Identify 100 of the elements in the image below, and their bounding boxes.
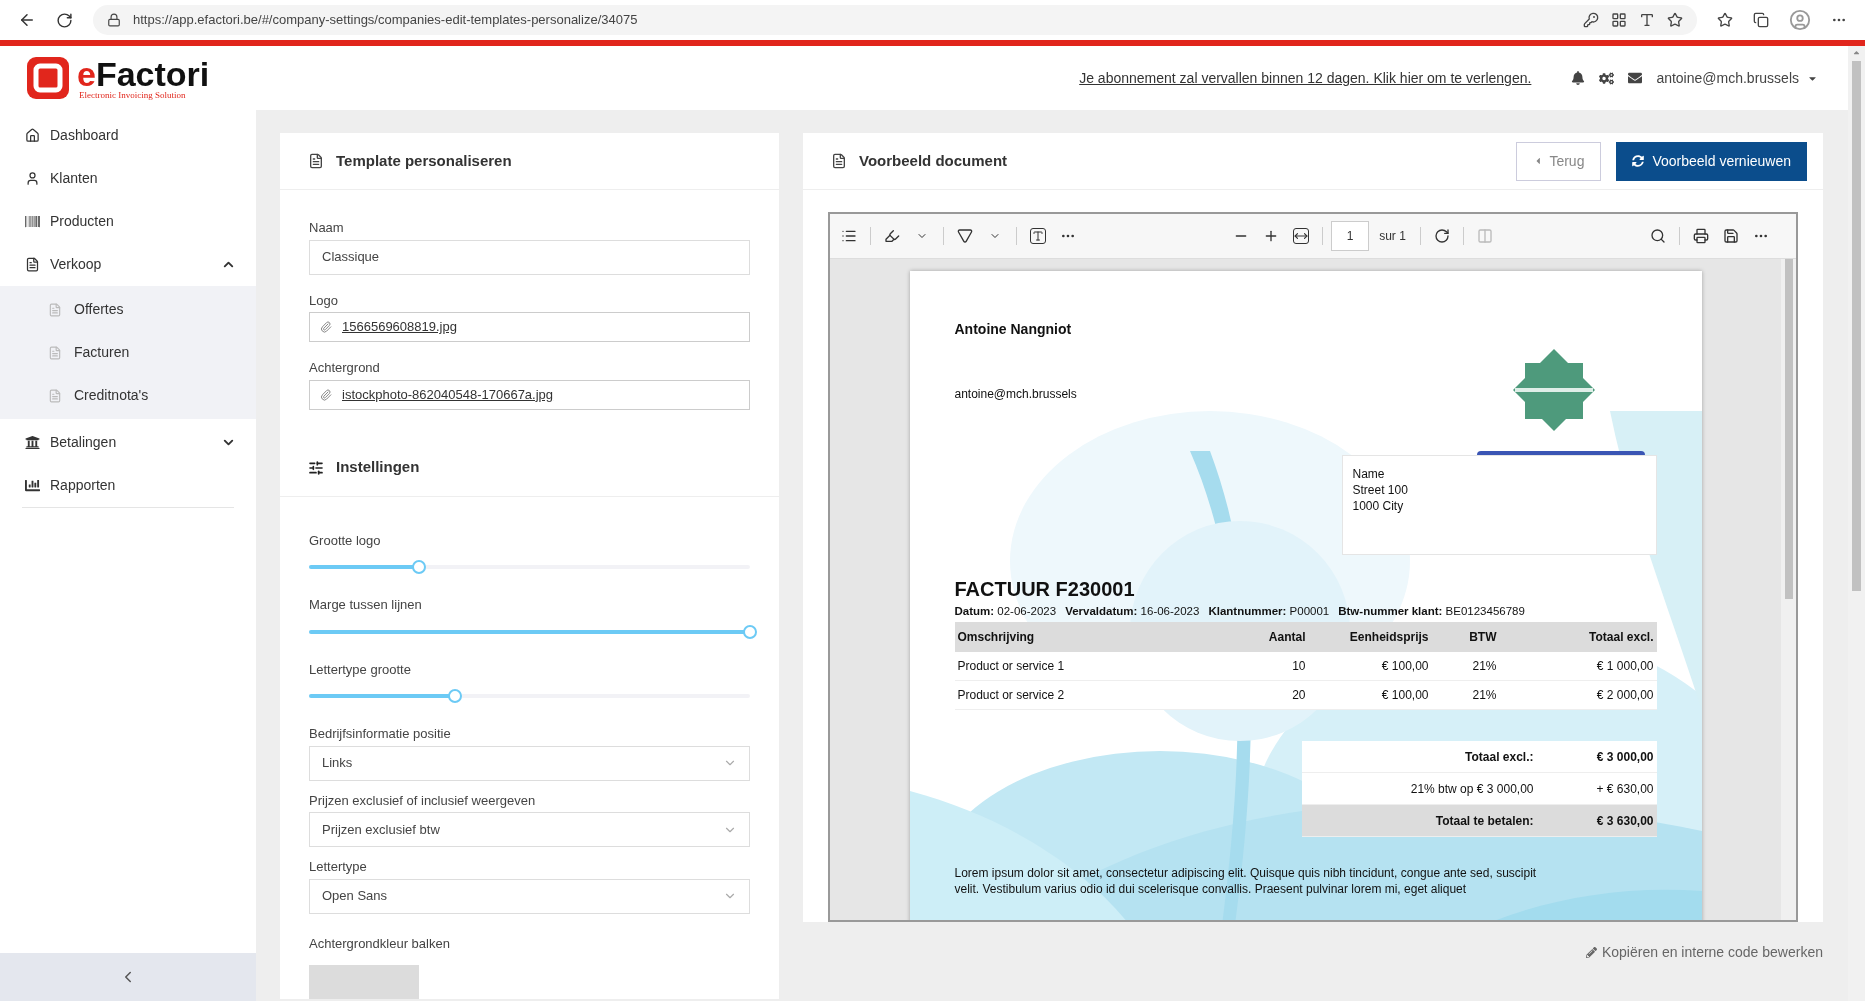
document-icon bbox=[48, 388, 62, 403]
star-icon[interactable] bbox=[1667, 12, 1683, 28]
slider-thumb[interactable] bbox=[412, 560, 427, 574]
document-icon bbox=[831, 153, 847, 169]
file-field[interactable]: 1566569608819.jpg bbox=[309, 312, 750, 342]
table-cell-text: 20 bbox=[1291, 687, 1306, 705]
settings-icon[interactable] bbox=[1599, 70, 1615, 86]
scrollbar[interactable] bbox=[1781, 259, 1796, 920]
reload-icon[interactable] bbox=[56, 11, 73, 29]
logo-icon bbox=[25, 55, 71, 101]
submenu-item[interactable]: Offertes bbox=[0, 288, 256, 331]
color-swatch[interactable] bbox=[309, 965, 419, 999]
page-number-field[interactable]: 1 bbox=[1331, 221, 1370, 251]
scroll-up-icon bbox=[1852, 48, 1861, 57]
slider-thumb[interactable] bbox=[743, 624, 757, 639]
subscription-link[interactable]: Je abonnement zal vervallen binnen 12 dagen. Klik hier om te verlengen. bbox=[1079, 67, 1532, 89]
totals-row: 21% btw op € 3 000,00 + € 630,00 bbox=[1301, 773, 1657, 806]
barcode-icon bbox=[25, 214, 40, 229]
section-title: Instellingen bbox=[336, 457, 420, 478]
file-field[interactable]: istockphoto-862040548-170667a.jpg bbox=[309, 379, 750, 410]
column-header: Aantal bbox=[1267, 629, 1306, 647]
file-link[interactable]: istockphoto-862040548-170667a.jpg bbox=[342, 384, 554, 405]
bell-icon[interactable] bbox=[1571, 71, 1586, 85]
setting-label: Grootte logo bbox=[309, 531, 382, 550]
text-icon[interactable] bbox=[1639, 12, 1655, 28]
table-cell-text: 21% bbox=[1471, 658, 1497, 676]
sliders-icon bbox=[308, 459, 324, 476]
address-line: Street 100 bbox=[1352, 482, 1409, 498]
table-cell-text: € 100,00 bbox=[1380, 658, 1429, 676]
invoice-meta: Datum: 02-06-2023 bbox=[954, 604, 1057, 619]
pencil-icon bbox=[1585, 947, 1597, 958]
bar-chart-icon bbox=[25, 478, 40, 493]
user-icon bbox=[25, 171, 40, 186]
address-bar[interactable]: https://app.efactori.be/#/company-settings/companies-edit-templates-personalize/34075 bbox=[93, 5, 1697, 35]
table-cell-text: € 2 000,00 bbox=[1595, 687, 1654, 705]
invoice-note: Lorem ipsum dolor sit amet, consectetur adipiscing elit. Quisque quis nibh tincidunt, congue ante sed, suscipit velit. Vestibulum varius odio id dui scelerisque convallis. Praesent pulvinar lorem mi, eget aliquet bbox=[954, 865, 1538, 898]
sender-name: Antoine Nangniot bbox=[954, 320, 1073, 339]
setting-label: Lettertype grootte bbox=[309, 660, 412, 679]
document-icon bbox=[48, 345, 62, 360]
page-count: sur 1 bbox=[1379, 228, 1406, 245]
column-header: Eenheidsprijs bbox=[1348, 629, 1429, 647]
table-cell-text: € 1 000,00 bbox=[1595, 658, 1654, 676]
apps-icon[interactable] bbox=[1611, 12, 1627, 28]
back-icon[interactable] bbox=[18, 11, 36, 29]
invoice-meta: Btw-nummer klant: BE0123456789 bbox=[1338, 604, 1525, 619]
text-field[interactable]: Classique bbox=[309, 239, 750, 275]
bank-icon bbox=[25, 435, 40, 450]
setting-label: Achtergrondkleur balken bbox=[309, 934, 451, 953]
table-cell-text: Product or service 1 bbox=[957, 658, 1066, 676]
panel-title: Template personaliseren bbox=[336, 150, 512, 171]
panel-title: Voorbeeld document bbox=[859, 150, 1009, 171]
document-icon bbox=[25, 257, 40, 272]
submenu-item[interactable]: Creditnota's bbox=[0, 374, 256, 417]
setting-label: Lettertype bbox=[309, 858, 368, 876]
select-field[interactable]: Links bbox=[309, 745, 750, 781]
brand-name: eFactori bbox=[77, 56, 210, 91]
table-cell-text: Product or service 2 bbox=[957, 687, 1066, 705]
sidebar-item[interactable]: Verkoop bbox=[0, 243, 256, 286]
field-label: Achtergrond bbox=[309, 359, 381, 377]
select-field[interactable]: Open Sans bbox=[309, 878, 750, 914]
column-header: BTW bbox=[1468, 629, 1497, 647]
sidebar-item[interactable]: Betalingen bbox=[0, 421, 256, 464]
totals-row: Totaal te betalen: € 3 630,00 bbox=[1301, 805, 1657, 838]
address-line: 1000 City bbox=[1352, 498, 1405, 514]
back-button[interactable]: Terug bbox=[1516, 141, 1602, 181]
user-menu[interactable]: antoine@mch.brussels bbox=[1656, 67, 1818, 89]
copy-edit-link[interactable]: Kopiëren en interne code bewerken bbox=[1585, 942, 1823, 963]
column-header: Totaal excl. bbox=[1588, 629, 1654, 647]
refresh-preview-button[interactable]: Voorbeeld vernieuwen bbox=[1616, 141, 1807, 181]
profile-icon[interactable] bbox=[1789, 9, 1811, 31]
key-icon[interactable] bbox=[1583, 12, 1599, 28]
setting-label: Prijzen exclusief of inclusief weergeven bbox=[309, 791, 537, 810]
invoice-meta: Vervaldatum: 16-06-2023 bbox=[1065, 604, 1200, 619]
field-label: Naam bbox=[309, 219, 345, 237]
sidebar-item[interactable]: Klanten bbox=[0, 157, 256, 200]
sidebar-item[interactable]: Rapporten bbox=[0, 464, 256, 507]
document-icon bbox=[308, 153, 324, 169]
paperclip-icon bbox=[320, 321, 332, 333]
favorites-icon[interactable] bbox=[1717, 12, 1733, 28]
setting-label: Marge tussen lijnen bbox=[309, 596, 423, 614]
column-header: Omschrijving bbox=[957, 629, 1036, 647]
collections-icon[interactable] bbox=[1753, 12, 1769, 28]
mail-icon[interactable] bbox=[1628, 71, 1643, 85]
document-icon bbox=[48, 302, 62, 317]
sidebar-item[interactable]: Dashboard bbox=[0, 114, 256, 157]
table-cell-text: 10 bbox=[1291, 658, 1306, 676]
submenu-item[interactable]: Facturen bbox=[0, 331, 256, 374]
setting-label: Bedrijfsinformatie positie bbox=[309, 725, 452, 743]
sidebar-item[interactable]: Producten bbox=[0, 200, 256, 243]
brand-tagline: Electronic Invoicing Solution bbox=[79, 90, 187, 100]
file-link[interactable]: 1566569608819.jpg bbox=[342, 317, 457, 337]
address-line: Name bbox=[1352, 466, 1386, 482]
slider-thumb[interactable] bbox=[447, 689, 462, 703]
lock-icon bbox=[107, 13, 121, 27]
totals-row: Totaal excl.: € 3 000,00 bbox=[1301, 741, 1657, 774]
table-cell-text: 21% bbox=[1471, 687, 1497, 705]
refresh-icon bbox=[1632, 155, 1645, 167]
table-cell-text: € 100,00 bbox=[1380, 687, 1429, 705]
select-field[interactable]: Prijzen exclusief btw bbox=[309, 812, 750, 847]
invoice-title: FACTUUR F230001 bbox=[954, 577, 1136, 601]
